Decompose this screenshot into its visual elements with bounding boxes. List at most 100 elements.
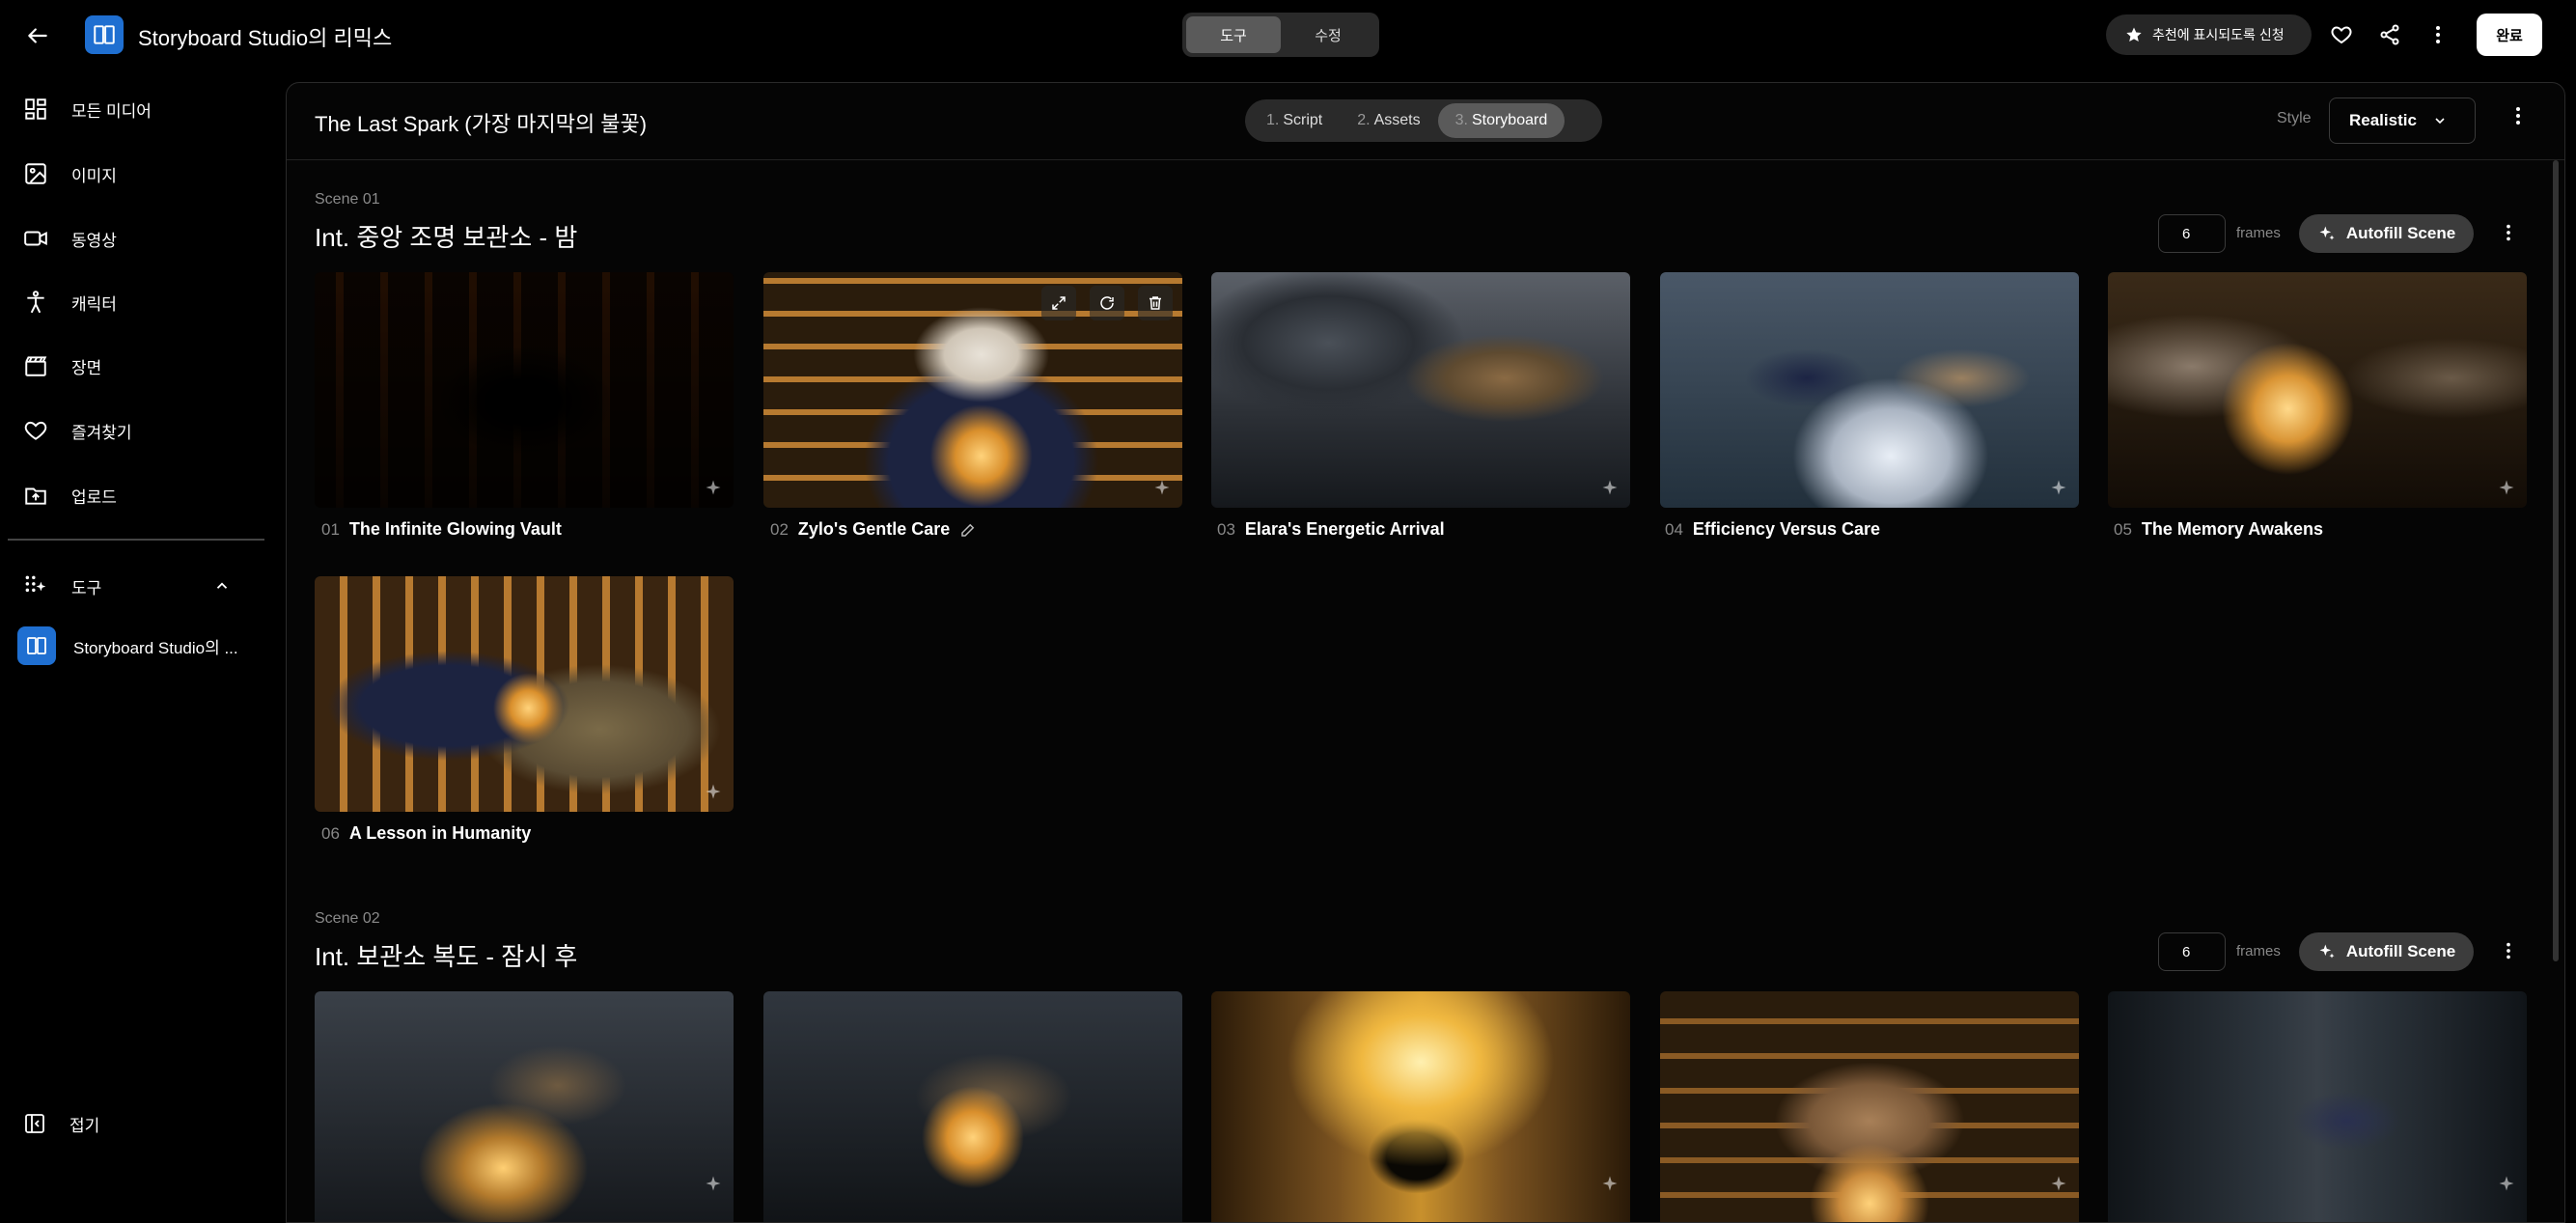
app-logo-icon — [85, 15, 124, 54]
chevron-up-icon[interactable] — [213, 577, 231, 595]
storyboard-app-icon — [17, 626, 56, 665]
share-icon[interactable] — [2372, 17, 2407, 52]
sidebar-item-upload[interactable]: 업로드 — [0, 471, 275, 519]
scene-label: Scene 02 — [315, 910, 380, 927]
tab-script[interactable]: 1. Script — [1249, 103, 1340, 138]
frame-number: 04 — [1665, 519, 1683, 539]
tab-assets[interactable]: 2. Assets — [1340, 103, 1437, 138]
app-root: Storyboard Studio의 리믹스 도구 수정 추천에 표시되도록 신… — [0, 0, 2576, 1223]
collapse-panel-icon — [25, 1114, 44, 1133]
storyboard-frame-image[interactable] — [1660, 272, 2079, 508]
image-icon — [25, 163, 46, 184]
step-label: Storyboard — [1471, 112, 1548, 128]
frame-number: 02 — [770, 519, 789, 539]
sparkle-icon — [2051, 480, 2066, 495]
sidebar-item-label: 동영상 — [71, 231, 117, 250]
vertical-scrollbar[interactable] — [2553, 160, 2559, 961]
sidebar-item-characters[interactable]: 캐릭터 — [0, 278, 275, 326]
sparkle-icon — [2319, 944, 2335, 959]
edit-pencil-icon[interactable] — [959, 521, 977, 539]
sparkle-icon — [2051, 1176, 2066, 1191]
scene-more-icon[interactable] — [2498, 222, 2519, 248]
style-select[interactable]: Realistic — [2329, 97, 2476, 144]
feature-request-label: 추천에 표시되도록 신청 — [2152, 27, 2285, 42]
frame-title: Efficiency Versus Care — [1692, 519, 1881, 539]
expand-icon[interactable] — [1041, 286, 1076, 320]
tools-sparkle-icon — [25, 575, 46, 593]
frames-label: frames — [2236, 943, 2281, 959]
sparkle-icon — [1602, 1176, 1618, 1191]
sparkle-icon — [1602, 480, 1618, 495]
frames-count-input[interactable]: 6 — [2158, 932, 2226, 971]
frame-actions — [1041, 286, 1173, 320]
sidebar-item-images[interactable]: 이미지 — [0, 150, 275, 198]
storyboard-frame-image[interactable] — [315, 272, 734, 508]
storyboard-frame-image[interactable] — [1660, 991, 2079, 1222]
frames-label: frames — [2236, 225, 2281, 241]
grid-icon — [25, 98, 46, 120]
sparkle-icon — [2499, 1176, 2514, 1191]
sidebar-item-label: 모든 미디어 — [71, 101, 152, 121]
frame-caption: 04 Efficiency Versus Care — [1665, 519, 1880, 540]
sidebar-item-favorites[interactable]: 즐겨찾기 — [0, 406, 275, 455]
step-num: 1. — [1266, 112, 1280, 128]
storyboard-frame-image[interactable] — [315, 576, 734, 812]
frame-caption: 01 The Infinite Glowing Vault — [321, 519, 562, 540]
more-vertical-icon[interactable] — [2421, 17, 2455, 52]
storyboard-frame-image[interactable] — [1211, 272, 1630, 508]
storyboard-frame-image[interactable] — [1211, 991, 1630, 1222]
sidebar-item-videos[interactable]: 동영상 — [0, 214, 275, 263]
video-icon — [24, 231, 47, 246]
step-label: Script — [1283, 112, 1323, 128]
back-arrow-icon[interactable] — [21, 19, 54, 52]
sidebar-item-all-media[interactable]: 모든 미디어 — [0, 85, 275, 133]
mode-tab-edit[interactable]: 수정 — [1281, 16, 1375, 53]
storyboard-frame-image[interactable] — [315, 991, 734, 1222]
app-title: Storyboard Studio의 리믹스 — [138, 26, 393, 50]
sidebar-tools-header[interactable]: 도구 — [0, 562, 275, 610]
step-label: Assets — [1373, 112, 1421, 128]
mode-tab-tools[interactable]: 도구 — [1186, 16, 1281, 53]
sidebar-collapse-label: 접기 — [69, 1116, 100, 1135]
trash-icon[interactable] — [1138, 286, 1173, 320]
step-tabs: 1. Script 2. Assets 3. Storyboard — [1245, 99, 1602, 142]
frame-caption: 05 The Memory Awakens — [2114, 519, 2323, 540]
sidebar-collapse-button[interactable]: 접기 — [0, 1099, 275, 1148]
frame-number: 05 — [2114, 519, 2132, 539]
tab-storyboard[interactable]: 3. Storyboard — [1437, 103, 1565, 138]
sparkle-icon — [706, 1176, 721, 1191]
autofill-scene-button[interactable]: Autofill Scene — [2299, 932, 2474, 971]
header-more-icon[interactable] — [2507, 104, 2530, 132]
frame-caption: 06 A Lesson in Humanity — [321, 823, 531, 844]
frame-number: 01 — [321, 519, 340, 539]
favorite-heart-icon[interactable] — [2324, 17, 2359, 52]
sidebar-item-label: 장면 — [71, 358, 102, 377]
storyboard-frame-image[interactable] — [2108, 272, 2527, 508]
frame-title: A Lesson in Humanity — [348, 823, 532, 843]
frame-number: 06 — [321, 823, 340, 843]
sparkle-icon — [2319, 226, 2335, 240]
regenerate-icon[interactable] — [1090, 286, 1124, 320]
scene-label: Scene 01 — [315, 191, 380, 208]
feature-request-button[interactable]: 추천에 표시되도록 신청 — [2106, 14, 2312, 55]
frame-title: Zylo's Gentle Care — [797, 519, 951, 539]
sidebar-item-scenes[interactable]: 장면 — [0, 342, 275, 390]
heart-icon — [24, 421, 47, 440]
chevron-down-icon — [2435, 118, 2445, 125]
sparkle-icon — [1154, 480, 1170, 495]
scene-more-icon[interactable] — [2498, 940, 2519, 966]
storyboard-frame-image[interactable] — [763, 272, 1182, 508]
frames-count-input[interactable]: 6 — [2158, 214, 2226, 253]
storyboard-frame-image[interactable] — [2108, 991, 2527, 1222]
sidebar-tool-label: Storyboard Studio의 ... — [73, 638, 238, 657]
frame-caption: 02 Zylo's Gentle Care — [770, 519, 977, 540]
frame-number: 03 — [1217, 519, 1235, 539]
autofill-scene-button[interactable]: Autofill Scene — [2299, 214, 2474, 253]
done-button[interactable]: 완료 — [2477, 14, 2542, 56]
frame-title: Elara's Energetic Arrival — [1244, 519, 1445, 539]
main-header: The Last Spark (가장 마지막의 불꽃) 1. Script 2. A… — [287, 83, 2564, 160]
scene-title: Int. 중앙 조명 보관소 - 밤 — [315, 223, 578, 252]
sidebar-tool-storyboard-studio[interactable]: Storyboard Studio의 ... — [0, 622, 275, 670]
frame-title: The Infinite Glowing Vault — [348, 519, 562, 539]
storyboard-frame-image[interactable] — [763, 991, 1182, 1222]
